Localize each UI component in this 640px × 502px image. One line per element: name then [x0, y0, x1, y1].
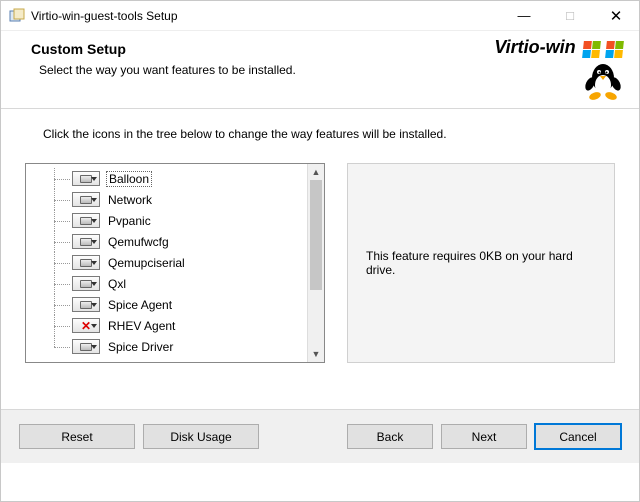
feature-install-icon[interactable] — [72, 255, 100, 270]
chevron-down-icon — [91, 240, 97, 244]
installer-icon — [9, 8, 25, 24]
wizard-body: Click the icons in the tree below to cha… — [1, 109, 639, 371]
windows-logo-icon — [582, 41, 601, 58]
feature-label: Qemufwcfg — [106, 235, 171, 249]
close-button[interactable]: ✕ — [593, 1, 639, 30]
feature-tree-item[interactable]: Balloon — [26, 168, 307, 189]
feature-label: Qxl — [106, 277, 128, 291]
feature-tree-item[interactable]: Spice Driver — [26, 336, 307, 357]
feature-label: Balloon — [106, 171, 152, 187]
chevron-down-icon — [91, 219, 97, 223]
wizard-footer: Reset Disk Usage Back Next Cancel — [1, 409, 639, 463]
feature-tree-item[interactable]: Qxl — [26, 273, 307, 294]
feature-install-icon[interactable] — [72, 276, 100, 291]
chevron-down-icon — [91, 177, 97, 181]
minimize-button[interactable]: ― — [501, 1, 547, 30]
instruction-text: Click the icons in the tree below to cha… — [43, 127, 615, 141]
feature-install-icon[interactable] — [72, 234, 100, 249]
reset-button[interactable]: Reset — [19, 424, 135, 449]
feature-install-icon[interactable] — [72, 213, 100, 228]
feature-tree[interactable]: Balloon Network Pvpanic Qemufwcfg Qemupciser… — [25, 163, 325, 363]
scroll-down-icon[interactable]: ▼ — [308, 346, 324, 362]
chevron-down-icon — [91, 282, 97, 286]
feature-label: RHEV Agent — [106, 319, 177, 333]
feature-description-text: This feature requires 0KB on your hard d… — [366, 249, 596, 277]
chevron-down-icon — [91, 198, 97, 202]
chevron-down-icon — [91, 261, 97, 265]
brand-area: Virtio-win — [494, 37, 623, 105]
chevron-down-icon — [91, 324, 97, 328]
cancel-button[interactable]: Cancel — [535, 424, 621, 449]
feature-install-icon[interactable] — [72, 339, 100, 354]
feature-label: Network — [106, 193, 154, 207]
window-title: Virtio-win-guest-tools Setup — [31, 9, 501, 23]
feature-tree-item[interactable]: Qemufwcfg — [26, 231, 307, 252]
feature-tree-item[interactable]: Qemupciserial — [26, 252, 307, 273]
window-controls: ― □ ✕ — [501, 1, 639, 30]
brand-text: Virtio-win — [494, 37, 575, 57]
scroll-up-icon[interactable]: ▲ — [308, 164, 324, 180]
feature-tree-item[interactable]: Pvpanic — [26, 210, 307, 231]
feature-install-icon[interactable] — [72, 192, 100, 207]
feature-install-icon[interactable] — [72, 297, 100, 312]
feature-description-panel: This feature requires 0KB on your hard d… — [347, 163, 615, 363]
feature-label: Qemupciserial — [106, 256, 187, 270]
next-button[interactable]: Next — [441, 424, 527, 449]
feature-tree-item[interactable]: Network — [26, 189, 307, 210]
disk-usage-button[interactable]: Disk Usage — [143, 424, 259, 449]
chevron-down-icon — [91, 345, 97, 349]
feature-disabled-icon[interactable]: ✕ — [72, 318, 100, 333]
tux-penguin-icon — [583, 58, 623, 102]
feature-label: Spice Driver — [106, 340, 175, 354]
windows-logo-icon — [605, 41, 624, 58]
feature-install-icon[interactable] — [72, 171, 100, 186]
feature-tree-item[interactable]: ✕ RHEV Agent — [26, 315, 307, 336]
scroll-thumb[interactable] — [310, 180, 322, 290]
feature-label: Spice Agent — [106, 298, 174, 312]
title-bar: Virtio-win-guest-tools Setup ― □ ✕ — [1, 1, 639, 31]
feature-label: Pvpanic — [106, 214, 153, 228]
back-button[interactable]: Back — [347, 424, 433, 449]
tree-scrollbar[interactable]: ▲ ▼ — [307, 164, 324, 362]
chevron-down-icon — [91, 303, 97, 307]
feature-tree-item[interactable]: Spice Agent — [26, 294, 307, 315]
wizard-header: Custom Setup Select the way you want fea… — [1, 31, 639, 109]
maximize-button: □ — [547, 1, 593, 30]
